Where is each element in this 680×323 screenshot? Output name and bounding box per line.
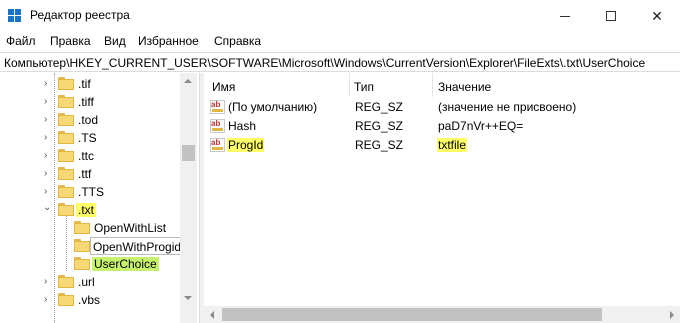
chevron-right-icon[interactable]: › xyxy=(44,79,53,89)
column-header-label: Тип xyxy=(354,80,375,94)
tree-item-label: .ttc xyxy=(78,149,95,163)
chevron-right-icon[interactable]: › xyxy=(44,187,53,197)
tree-vertical-scrollbar[interactable] xyxy=(180,73,197,323)
value-name: ProgId xyxy=(227,138,265,152)
value-data: txtfile xyxy=(437,138,468,152)
minimize-icon xyxy=(560,15,570,17)
column-header-name[interactable]: Имя xyxy=(204,73,349,97)
tree-item[interactable]: OpenWithProgids xyxy=(0,237,196,255)
value-data: paD7nVr++EQ= xyxy=(438,119,524,133)
column-header-data[interactable]: Значение xyxy=(433,73,680,97)
tree-item-label: .tod xyxy=(78,113,99,127)
chevron-down-icon[interactable]: ⌄ xyxy=(43,203,52,213)
address-bar[interactable]: Компьютер\HKEY_CURRENT_USER\SOFTWARE\Mic… xyxy=(0,52,680,72)
folder-icon xyxy=(58,275,74,288)
folder-icon xyxy=(58,203,74,216)
chevron-right-icon[interactable]: › xyxy=(44,295,53,305)
chevron-right-icon[interactable]: › xyxy=(44,277,53,287)
tree-item-label: .tif xyxy=(78,77,91,91)
string-value-icon: ab xyxy=(210,119,225,133)
minimize-button[interactable] xyxy=(542,0,588,32)
tree-item[interactable]: › .ttc xyxy=(0,147,180,165)
tree-item-label: .vbs xyxy=(78,293,101,307)
table-row[interactable]: ab Hash REG_SZ paD7nVr++EQ= xyxy=(204,117,680,136)
value-data: (значение не присвоено) xyxy=(438,100,577,114)
scroll-up-icon[interactable] xyxy=(184,79,192,83)
scroll-left-icon[interactable] xyxy=(210,311,214,319)
chevron-right-icon[interactable]: › xyxy=(44,115,53,125)
menu-help[interactable]: Справка xyxy=(214,34,261,48)
tree-item-label: OpenWithList xyxy=(94,221,167,235)
string-value-icon: ab xyxy=(210,138,225,152)
tree-item[interactable]: › .TS xyxy=(0,129,180,147)
menu-file[interactable]: Файл xyxy=(6,34,36,48)
key-tree[interactable]: › .tif › .tiff › .tod › .TS › .ttc › .tt… xyxy=(0,73,199,323)
address-path[interactable]: Компьютер\HKEY_CURRENT_USER\SOFTWARE\Mic… xyxy=(4,56,645,70)
value-type: REG_SZ xyxy=(355,100,404,114)
close-button[interactable]: ✕ xyxy=(634,0,680,32)
tree-item-label: OpenWithProgids xyxy=(90,237,191,255)
column-header-label: Имя xyxy=(212,80,236,94)
tree-item-label: .ttf xyxy=(78,167,92,181)
tree-item-label: UserChoice xyxy=(92,257,159,271)
tree-item[interactable]: › .ttf xyxy=(0,165,180,183)
folder-icon xyxy=(58,149,74,162)
menu-view[interactable]: Вид xyxy=(104,34,126,48)
tree-item[interactable]: › .tod xyxy=(0,111,180,129)
close-icon: ✕ xyxy=(651,7,663,24)
folder-icon xyxy=(58,95,74,108)
value-name: (По умолчанию) xyxy=(228,100,318,114)
chevron-right-icon[interactable]: › xyxy=(44,169,53,179)
table-row[interactable]: ab ProgId REG_SZ txtfile xyxy=(204,136,680,155)
registry-editor-icon xyxy=(8,9,22,23)
chevron-right-icon[interactable]: › xyxy=(44,133,53,143)
value-name: Hash xyxy=(228,119,257,133)
tree-item[interactable]: › .tiff xyxy=(0,93,180,111)
scroll-thumb[interactable] xyxy=(222,308,602,321)
scroll-right-icon[interactable] xyxy=(670,311,674,319)
tree-item[interactable]: › .url xyxy=(0,273,180,291)
folder-icon xyxy=(74,221,90,234)
string-value-icon: ab xyxy=(210,100,225,114)
folder-icon xyxy=(58,167,74,180)
tree-item-label: .tiff xyxy=(78,95,94,109)
tree-item-expanded[interactable]: ⌄ .txt xyxy=(0,201,180,219)
folder-icon xyxy=(58,185,74,198)
column-header-type[interactable]: Тип xyxy=(350,73,432,97)
scroll-down-icon[interactable] xyxy=(184,296,192,300)
tree-item-label: .url xyxy=(78,275,95,289)
column-header-label: Значение xyxy=(438,80,492,94)
folder-icon xyxy=(74,257,90,270)
folder-icon xyxy=(58,77,74,90)
title-bar: Редактор реестра ✕ xyxy=(0,0,680,32)
maximize-button[interactable] xyxy=(588,0,634,32)
menu-favorites[interactable]: Избранное xyxy=(138,34,199,48)
scroll-thumb[interactable] xyxy=(182,145,195,161)
tree-item[interactable]: OpenWithList xyxy=(0,219,180,237)
value-type: REG_SZ xyxy=(355,119,404,133)
menu-edit[interactable]: Правка xyxy=(50,34,91,48)
folder-icon xyxy=(74,239,90,252)
tree-item-label: .TS xyxy=(78,131,97,145)
value-type: REG_SZ xyxy=(355,138,404,152)
tree-item[interactable]: › .TTS xyxy=(0,183,180,201)
tree-item-label: .TTS xyxy=(78,185,104,199)
chevron-right-icon[interactable]: › xyxy=(44,97,53,107)
window-title: Редактор реестра xyxy=(30,8,130,22)
chevron-right-icon[interactable]: › xyxy=(44,151,53,161)
tree-item-label: .txt xyxy=(76,203,97,217)
folder-icon xyxy=(58,113,74,126)
tree-item[interactable]: › .vbs xyxy=(0,291,180,309)
folder-icon xyxy=(58,293,74,306)
tree-item-selected[interactable]: UserChoice xyxy=(0,255,180,273)
maximize-icon xyxy=(606,11,616,21)
table-row[interactable]: ab (По умолчанию) REG_SZ (значение не пр… xyxy=(204,98,680,117)
values-horizontal-scrollbar[interactable] xyxy=(204,306,680,323)
folder-icon xyxy=(58,131,74,144)
menu-bar: Файл Правка Вид Избранное Справка xyxy=(0,32,680,51)
tree-item[interactable]: › .tif xyxy=(0,75,180,93)
values-list[interactable]: Имя Тип Значение ab (По умолчанию) REG_S… xyxy=(204,73,680,323)
